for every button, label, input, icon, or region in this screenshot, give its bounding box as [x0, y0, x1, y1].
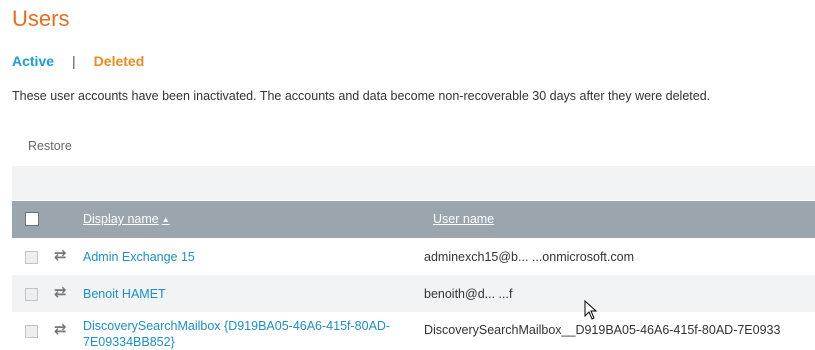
filter-bar	[12, 166, 815, 200]
tab-active[interactable]: Active	[12, 53, 54, 69]
row-display-name[interactable]: Admin Exchange 15	[83, 250, 195, 264]
row-display-name[interactable]: Benoit HAMET	[83, 287, 166, 301]
row-user-name: adminexch15@b... ...onmicrosoft.com	[424, 250, 634, 264]
mouse-pointer-icon	[584, 300, 598, 320]
row-checkbox[interactable]	[25, 325, 38, 338]
sort-ascending-icon: ▲	[161, 215, 170, 224]
select-all-checkbox[interactable]	[25, 212, 39, 226]
restore-button[interactable]: Restore	[28, 139, 72, 153]
page-description: These user accounts have been inactivate…	[12, 89, 711, 103]
table-row[interactable]: ⇄ Benoit HAMET benoith@d... ...f	[12, 275, 815, 312]
column-header-display-name-label: Display name	[83, 212, 159, 226]
refresh-icon: ⇄	[54, 321, 67, 338]
refresh-icon: ⇄	[54, 284, 67, 301]
row-display-name[interactable]: DiscoverySearchMailbox {D919BA05-46A6-41…	[83, 318, 423, 350]
table-row[interactable]: ⇄ DiscoverySearchMailbox {D919BA05-46A6-…	[12, 312, 815, 349]
row-user-name: DiscoverySearchMailbox__D919BA05-46A6-41…	[424, 323, 781, 337]
table-row[interactable]: ⇄ Admin Exchange 15 adminexch15@b... ...…	[12, 238, 815, 275]
row-checkbox[interactable]	[25, 288, 38, 301]
row-user-name: benoith@d... ...f	[424, 287, 513, 301]
grid-header: Display name ▲ User name	[12, 201, 815, 238]
row-checkbox[interactable]	[25, 251, 38, 264]
view-tabs: Active | Deleted	[12, 53, 144, 69]
page-title: Users	[12, 6, 70, 31]
tab-deleted[interactable]: Deleted	[94, 53, 145, 69]
tab-separator: |	[72, 53, 76, 69]
refresh-icon: ⇄	[54, 247, 67, 264]
column-header-user-name[interactable]: User name	[433, 212, 494, 226]
column-header-display-name[interactable]: Display name ▲	[83, 212, 170, 226]
